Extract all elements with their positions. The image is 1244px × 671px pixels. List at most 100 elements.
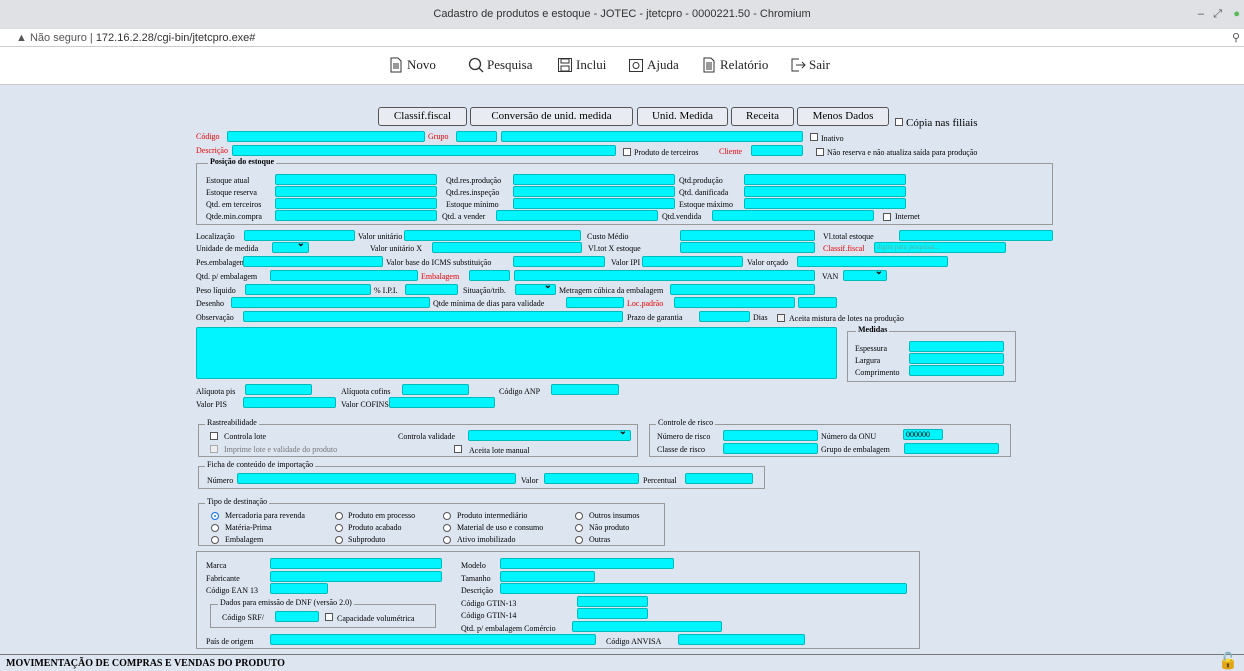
qtd-vender-input[interactable] xyxy=(496,210,658,221)
ficha-percentual-input[interactable] xyxy=(685,473,753,484)
marca-input[interactable] xyxy=(270,558,442,569)
receita-button[interactable]: Receita xyxy=(731,107,794,126)
imprime-lote-checkbox[interactable] xyxy=(210,445,218,453)
desenho-input[interactable] xyxy=(231,297,430,308)
grupo-emb-input[interactable] xyxy=(904,443,999,454)
gtin13-input[interactable] xyxy=(577,596,648,607)
largura-input[interactable] xyxy=(909,353,1004,364)
radio-material-uso[interactable] xyxy=(443,524,451,532)
minimize-icon[interactable]: – xyxy=(1198,0,1204,29)
qtd-vendida-input[interactable] xyxy=(712,210,874,221)
aceita-lote-checkbox[interactable] xyxy=(454,445,462,453)
radio-produto-processo[interactable] xyxy=(335,512,343,520)
codigo-anp-input[interactable] xyxy=(551,384,619,395)
vl-tot-x-input[interactable] xyxy=(680,242,815,253)
relatorio-button[interactable]: Relatório xyxy=(701,57,768,73)
qtde-min-dias-input[interactable] xyxy=(566,297,624,308)
sair-button[interactable]: Sair xyxy=(790,57,830,73)
ficha-valor-input[interactable] xyxy=(544,473,639,484)
aceita-mistura-checkbox[interactable] xyxy=(777,314,785,322)
vl-total-estoque-input[interactable] xyxy=(899,230,1053,241)
restore-icon[interactable]: ⤢ xyxy=(1213,0,1222,29)
radio-subproduto[interactable] xyxy=(335,536,343,544)
cap-vol-checkbox[interactable] xyxy=(325,613,333,621)
embalagem-input[interactable] xyxy=(469,270,510,281)
qtd-emb-com-input[interactable] xyxy=(572,621,722,632)
comprimento-input[interactable] xyxy=(909,365,1004,376)
fabricante-input[interactable] xyxy=(270,571,442,582)
aliq-pis-input[interactable] xyxy=(245,384,312,395)
novo-button[interactable]: Novo xyxy=(388,57,436,73)
url-text[interactable]: 172.16.2.28/cgi-bin/jtetcpro.exe# xyxy=(96,32,256,44)
controla-validade-select[interactable] xyxy=(468,426,631,441)
classif-fiscal-input[interactable]: digite para pesquisar... xyxy=(874,242,1006,253)
valor-pis-input[interactable] xyxy=(243,397,336,408)
radio-outros-insumos[interactable] xyxy=(575,512,583,520)
pesquisa-button[interactable]: Pesquisa xyxy=(468,57,533,73)
radio-nao-produto[interactable] xyxy=(575,524,583,532)
qtd-terceiros-input[interactable] xyxy=(275,198,437,209)
van-select[interactable] xyxy=(843,266,887,281)
valor-unit-x-input[interactable] xyxy=(432,242,582,253)
radio-produto-intermediario[interactable] xyxy=(443,512,451,520)
radio-mercadoria[interactable] xyxy=(211,512,219,520)
qtd-danif-input[interactable] xyxy=(744,186,906,197)
ajuda-button[interactable]: Ajuda xyxy=(628,57,679,73)
embalagem-desc-input[interactable] xyxy=(514,270,815,281)
zoom-icon[interactable]: ⚲ xyxy=(1232,29,1240,47)
custo-medio-input[interactable] xyxy=(680,230,815,241)
ipi-input[interactable] xyxy=(405,284,458,295)
radio-embalagem[interactable] xyxy=(211,536,219,544)
ean-input[interactable] xyxy=(270,583,328,594)
descricao-input[interactable] xyxy=(232,145,616,156)
qtd-emb-input[interactable] xyxy=(270,270,418,281)
anvisa-input[interactable] xyxy=(678,634,805,645)
nao-reserva-checkbox[interactable] xyxy=(816,148,824,156)
cliente-input[interactable] xyxy=(751,145,803,156)
loc-padrao-desc-input[interactable] xyxy=(798,297,837,308)
address-bar[interactable]: ▲ Não seguro | 172.16.2.28/cgi-bin/jtetc… xyxy=(0,29,1244,47)
conversao-button[interactable]: Conversão de unid. medida xyxy=(470,107,633,126)
pais-input[interactable] xyxy=(270,634,596,645)
unidade-select[interactable] xyxy=(272,238,309,253)
inclui-button[interactable]: Inclui xyxy=(557,57,606,73)
unlock-icon[interactable]: 🔓 xyxy=(1218,653,1238,670)
peso-input[interactable] xyxy=(245,284,371,295)
numero-risco-input[interactable] xyxy=(723,430,818,441)
radio-outras[interactable] xyxy=(575,536,583,544)
qtd-res-insp-input[interactable] xyxy=(513,186,675,197)
qtde-min-compra-input[interactable] xyxy=(275,210,437,221)
observacao-textarea[interactable] xyxy=(196,327,837,379)
radio-materia-prima[interactable] xyxy=(211,524,219,532)
copia-filiais-checkbox[interactable] xyxy=(895,118,903,126)
classe-risco-input[interactable] xyxy=(723,443,818,454)
radio-ativo-imobilizado[interactable] xyxy=(443,536,451,544)
codigo-input[interactable] xyxy=(227,131,425,142)
descricao2-input[interactable] xyxy=(500,583,907,594)
estoque-min-input[interactable] xyxy=(513,198,675,209)
codigo-srf-input[interactable] xyxy=(275,611,319,622)
radio-produto-acabado[interactable] xyxy=(335,524,343,532)
estoque-max-input[interactable] xyxy=(744,198,906,209)
espessura-input[interactable] xyxy=(909,341,1004,352)
metragem-input[interactable] xyxy=(670,284,815,295)
unid-medida-button[interactable]: Unid. Medida xyxy=(637,107,728,126)
estoque-reserva-input[interactable] xyxy=(275,186,437,197)
ficha-numero-input[interactable] xyxy=(237,473,516,484)
modelo-input[interactable] xyxy=(500,558,674,569)
pes-emb-input[interactable] xyxy=(243,256,383,267)
inativo-checkbox[interactable] xyxy=(810,133,818,141)
controla-lote-checkbox[interactable] xyxy=(210,432,218,440)
prazo-input[interactable] xyxy=(699,311,750,322)
situacao-select[interactable] xyxy=(515,280,556,295)
grupo-desc-input[interactable] xyxy=(501,131,803,142)
movimentacao-bar[interactable]: MOVIMENTAÇÃO DE COMPRAS E VENDAS DO PROD… xyxy=(0,653,1244,671)
tamanho-input[interactable] xyxy=(500,571,595,582)
terceiros-checkbox[interactable] xyxy=(623,148,631,156)
menos-dados-button[interactable]: Menos Dados xyxy=(797,107,889,126)
aliq-cofins-input[interactable] xyxy=(402,384,469,395)
qtd-producao-input[interactable] xyxy=(744,174,906,185)
valor-orcado-input[interactable] xyxy=(797,256,948,267)
valor-ipi-input[interactable] xyxy=(642,256,743,267)
grupo-input[interactable] xyxy=(456,131,497,142)
